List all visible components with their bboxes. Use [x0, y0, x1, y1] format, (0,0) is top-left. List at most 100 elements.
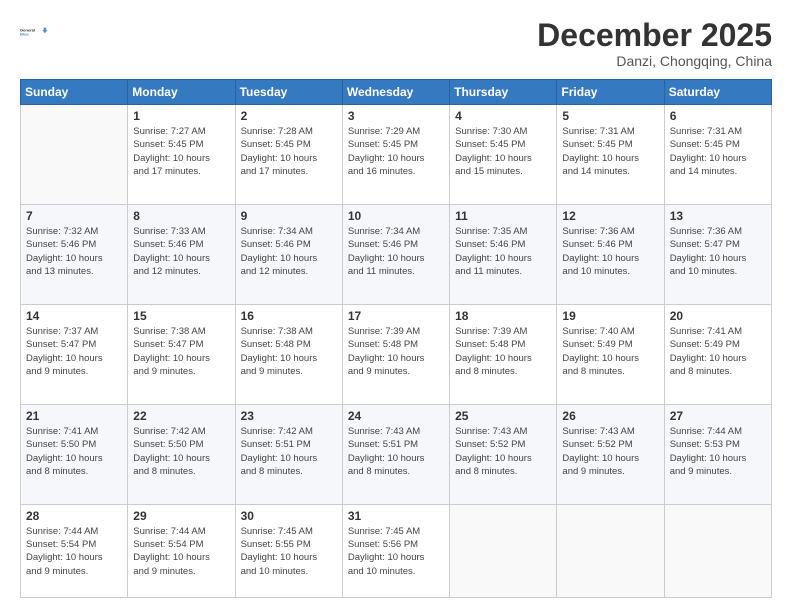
day-info: Sunrise: 7:43 AMSunset: 5:51 PMDaylight:… [348, 425, 444, 478]
day-number: 17 [348, 309, 444, 323]
page: GeneralBlue December 2025 Danzi, Chongqi… [0, 0, 792, 612]
day-info: Sunrise: 7:45 AMSunset: 5:56 PMDaylight:… [348, 525, 444, 578]
month-title: December 2025 [537, 18, 772, 53]
calendar-cell: 23Sunrise: 7:42 AMSunset: 5:51 PMDayligh… [235, 404, 342, 504]
day-number: 26 [562, 409, 658, 423]
day-info: Sunrise: 7:41 AMSunset: 5:50 PMDaylight:… [26, 425, 122, 478]
day-info: Sunrise: 7:28 AMSunset: 5:45 PMDaylight:… [241, 125, 337, 178]
day-number: 12 [562, 209, 658, 223]
calendar-cell: 15 Sunrise: 7:38 AMSunset: 5:47 PMDayligh… [128, 305, 235, 405]
day-info: Sunrise: 7:36 AMSunset: 5:46 PMDaylight:… [562, 225, 658, 278]
day-info: Sunrise: 7:45 AMSunset: 5:55 PMDaylight:… [241, 525, 337, 578]
calendar-cell: 21 Sunrise: 7:41 AMSunset: 5:50 PMDayligh… [21, 404, 128, 504]
day-number: 5 [562, 109, 658, 123]
day-info: Sunrise: 7:44 AMSunset: 5:53 PMDaylight:… [670, 425, 766, 478]
calendar-cell: 10 Sunrise: 7:34 AMSunset: 5:46 PMDayligh… [342, 205, 449, 305]
day-number: 2 [241, 109, 337, 123]
calendar-cell: 29 Sunrise: 7:44 AMSunset: 5:54 PMDayligh… [128, 504, 235, 597]
day-number: 14 [26, 309, 122, 323]
calendar-cell: 26 Sunrise: 7:43 AMSunset: 5:52 PMDayligh… [557, 404, 664, 504]
calendar-cell: 3 Sunrise: 7:29 AMSunset: 5:45 PMDaylight… [342, 105, 449, 205]
day-number: 11 [455, 209, 551, 223]
calendar-cell: 4 Sunrise: 7:30 AMSunset: 5:45 PMDaylight… [450, 105, 557, 205]
calendar-cell [557, 504, 664, 597]
day-info: Sunrise: 7:39 AMSunset: 5:48 PMDaylight:… [455, 325, 551, 378]
header: GeneralBlue December 2025 Danzi, Chongqi… [20, 18, 772, 69]
day-number: 25 [455, 409, 551, 423]
calendar-cell: 13Sunrise: 7:36 AMSunset: 5:47 PMDayligh… [664, 205, 771, 305]
day-number: 19 [562, 309, 658, 323]
day-number: 22 [133, 409, 229, 423]
weekday-header: Sunday [21, 80, 128, 105]
day-info: Sunrise: 7:32 AMSunset: 5:46 PMDaylight:… [26, 225, 122, 278]
calendar-cell: 30 Sunrise: 7:45 AMSunset: 5:55 PMDayligh… [235, 504, 342, 597]
day-number: 13 [670, 209, 766, 223]
day-info: Sunrise: 7:37 AMSunset: 5:47 PMDaylight:… [26, 325, 122, 378]
calendar-cell: 6 Sunrise: 7:31 AMSunset: 5:45 PMDaylight… [664, 105, 771, 205]
calendar-cell: 16 Sunrise: 7:38 AMSunset: 5:48 PMDayligh… [235, 305, 342, 405]
day-number: 15 [133, 309, 229, 323]
calendar-cell: 20 Sunrise: 7:41 AMSunset: 5:49 PMDayligh… [664, 305, 771, 405]
day-info: Sunrise: 7:31 AMSunset: 5:45 PMDaylight:… [562, 125, 658, 178]
day-number: 20 [670, 309, 766, 323]
calendar-cell: 24 Sunrise: 7:43 AMSunset: 5:51 PMDayligh… [342, 404, 449, 504]
day-number: 6 [670, 109, 766, 123]
day-number: 28 [26, 509, 122, 523]
calendar-cell: 2 Sunrise: 7:28 AMSunset: 5:45 PMDaylight… [235, 105, 342, 205]
weekday-header: Monday [128, 80, 235, 105]
calendar-cell: 17 Sunrise: 7:39 AMSunset: 5:48 PMDayligh… [342, 305, 449, 405]
logo-icon: GeneralBlue [20, 18, 48, 46]
day-info: Sunrise: 7:41 AMSunset: 5:49 PMDaylight:… [670, 325, 766, 378]
weekday-header: Wednesday [342, 80, 449, 105]
calendar-cell: 31 Sunrise: 7:45 AMSunset: 5:56 PMDayligh… [342, 504, 449, 597]
weekday-header: Friday [557, 80, 664, 105]
day-number: 18 [455, 309, 551, 323]
day-number: 27 [670, 409, 766, 423]
day-info: Sunrise: 7:44 AMSunset: 5:54 PMDaylight:… [26, 525, 122, 578]
day-info: Sunrise: 7:44 AMSunset: 5:54 PMDaylight:… [133, 525, 229, 578]
day-number: 3 [348, 109, 444, 123]
day-info: Sunrise: 7:27 AMSunset: 5:45 PMDaylight:… [133, 125, 229, 178]
day-number: 8 [133, 209, 229, 223]
day-info: Sunrise: 7:39 AMSunset: 5:48 PMDaylight:… [348, 325, 444, 378]
day-info: Sunrise: 7:43 AMSunset: 5:52 PMDaylight:… [455, 425, 551, 478]
day-info: Sunrise: 7:30 AMSunset: 5:45 PMDaylight:… [455, 125, 551, 178]
day-info: Sunrise: 7:42 AMSunset: 5:50 PMDaylight:… [133, 425, 229, 478]
calendar-cell: 1Sunrise: 7:27 AMSunset: 5:45 PMDaylight… [128, 105, 235, 205]
calendar-cell: 25 Sunrise: 7:43 AMSunset: 5:52 PMDayligh… [450, 404, 557, 504]
day-number: 30 [241, 509, 337, 523]
calendar-cell: 22 Sunrise: 7:42 AMSunset: 5:50 PMDayligh… [128, 404, 235, 504]
calendar-cell: 19 Sunrise: 7:40 AMSunset: 5:49 PMDayligh… [557, 305, 664, 405]
day-number: 16 [241, 309, 337, 323]
calendar-cell [664, 504, 771, 597]
calendar-cell [21, 105, 128, 205]
day-info: Sunrise: 7:38 AMSunset: 5:47 PMDaylight:… [133, 325, 229, 378]
calendar-cell: 9Sunrise: 7:34 AMSunset: 5:46 PMDaylight… [235, 205, 342, 305]
day-number: 10 [348, 209, 444, 223]
weekday-header: Tuesday [235, 80, 342, 105]
day-number: 21 [26, 409, 122, 423]
day-number: 29 [133, 509, 229, 523]
calendar-cell: 14 Sunrise: 7:37 AMSunset: 5:47 PMDayligh… [21, 305, 128, 405]
day-info: Sunrise: 7:34 AMSunset: 5:46 PMDaylight:… [348, 225, 444, 278]
calendar-cell [450, 504, 557, 597]
day-number: 31 [348, 509, 444, 523]
day-info: Sunrise: 7:42 AMSunset: 5:51 PMDaylight:… [241, 425, 337, 478]
day-number: 4 [455, 109, 551, 123]
calendar-table: SundayMondayTuesdayWednesdayThursdayFrid… [20, 79, 772, 598]
svg-text:Blue: Blue [20, 32, 29, 37]
day-info: Sunrise: 7:40 AMSunset: 5:49 PMDaylight:… [562, 325, 658, 378]
day-info: Sunrise: 7:31 AMSunset: 5:45 PMDaylight:… [670, 125, 766, 178]
calendar-cell: 7 Sunrise: 7:32 AMSunset: 5:46 PMDaylight… [21, 205, 128, 305]
calendar-cell: 11Sunrise: 7:35 AMSunset: 5:46 PMDayligh… [450, 205, 557, 305]
calendar-cell: 27 Sunrise: 7:44 AMSunset: 5:53 PMDayligh… [664, 404, 771, 504]
calendar-cell: 5 Sunrise: 7:31 AMSunset: 5:45 PMDaylight… [557, 105, 664, 205]
day-info: Sunrise: 7:38 AMSunset: 5:48 PMDaylight:… [241, 325, 337, 378]
day-number: 24 [348, 409, 444, 423]
day-info: Sunrise: 7:33 AMSunset: 5:46 PMDaylight:… [133, 225, 229, 278]
location-subtitle: Danzi, Chongqing, China [537, 53, 772, 69]
day-number: 7 [26, 209, 122, 223]
day-info: Sunrise: 7:43 AMSunset: 5:52 PMDaylight:… [562, 425, 658, 478]
logo: GeneralBlue [20, 18, 48, 46]
day-info: Sunrise: 7:29 AMSunset: 5:45 PMDaylight:… [348, 125, 444, 178]
